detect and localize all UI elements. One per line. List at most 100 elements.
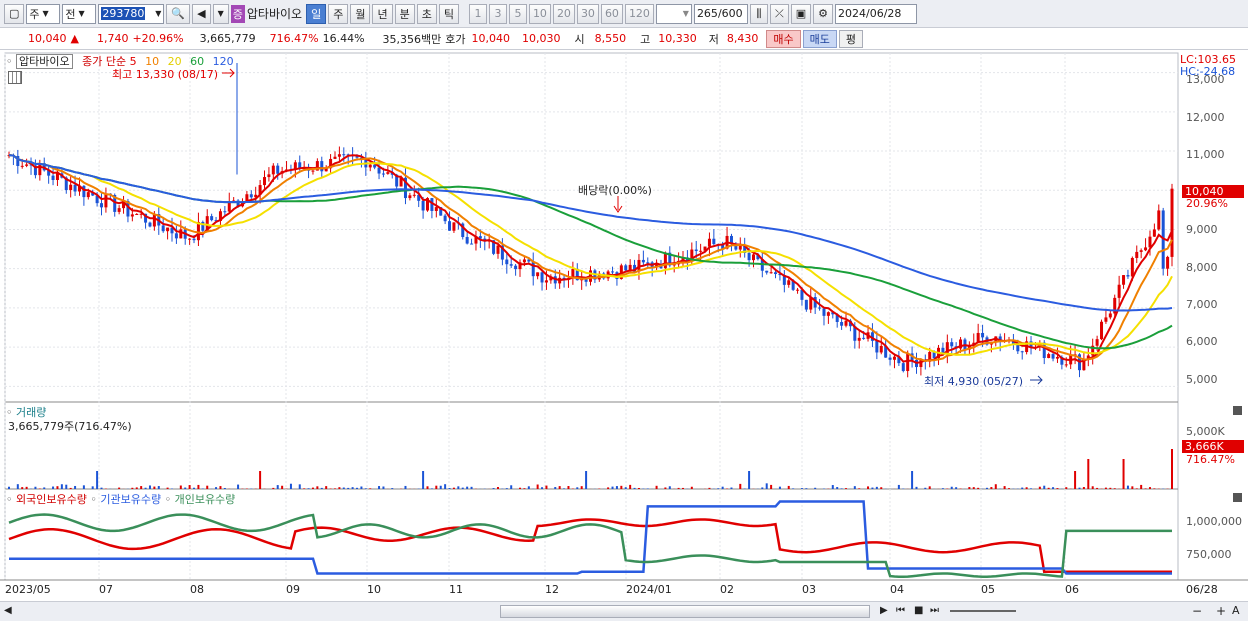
period-year-button[interactable]: 년 [372,3,393,24]
volume-bar [369,488,372,489]
panel-close-icon[interactable] [1233,493,1242,502]
candle-body [174,233,178,239]
chevron-down-icon: ▼ [682,9,689,18]
interval-20-button[interactable]: 20 [552,3,575,24]
interval-10-button[interactable]: 10 [528,3,551,24]
chart-area[interactable]: ◦ 압타바이오 종가 단순 5 10 20 60 120 최고 13,330 (… [0,50,1248,602]
candle-body [311,170,315,172]
scroll-left-icon[interactable]: ◀ [4,605,12,616]
period-tick-button[interactable]: 틱 [438,3,459,24]
volume-bar [492,488,495,489]
volume-bar [461,487,464,489]
scroll-thumb[interactable] [500,605,870,618]
volume-bar [223,487,226,489]
play-icon[interactable]: ⏭ [930,605,939,616]
volume-bar [607,487,610,489]
period-minute-button[interactable]: 분 [394,3,415,24]
interval-1-button[interactable]: 1 [468,3,487,24]
eval-button[interactable]: 평 [838,29,864,48]
layout-icon[interactable]: ▢ [4,3,25,24]
save-icon[interactable]: ▣ [790,3,812,24]
interval-60-button[interactable]: 60 [600,3,623,24]
panel-close-icon[interactable] [1233,406,1242,415]
up-arrow-icon: ▲ [70,32,79,45]
stock-code-input[interactable]: 293780 ▼ [98,3,165,24]
volume-bar [43,487,46,489]
volume-bar [329,488,332,489]
chevron-down-icon[interactable]: ▼ [212,3,229,24]
volume-bar [585,471,588,489]
period-day-button[interactable]: 일 [306,3,327,24]
volume-bar [1126,485,1129,489]
type-select[interactable]: 주 ▼ [26,3,61,24]
zoom-slider[interactable] [950,610,1016,612]
candle-body [1047,354,1051,359]
period-week-button[interactable]: 주 [328,3,349,24]
interval-5-button[interactable]: 5 [508,3,527,24]
rewind-icon[interactable]: ⏮ [896,605,905,616]
volume-bar [558,486,561,489]
candle-body [1100,321,1104,340]
volume-bar [391,488,394,489]
interval-custom-select[interactable]: ▼ [655,3,692,24]
volume-bar [457,486,460,489]
bid-label: 호가 [445,32,466,46]
inst-holdings-label: 기관보유수량 [100,493,162,506]
stop-icon[interactable]: ■ [914,605,923,616]
candle-body [386,172,390,174]
candle-body [1135,251,1139,258]
candle-type-icon[interactable]: ⫼ [749,3,768,24]
candle-body [892,356,896,360]
interval-3-button[interactable]: 3 [488,3,507,24]
candle-body [249,194,253,198]
candle-body [192,238,196,241]
period-month-button[interactable]: 월 [350,3,371,24]
candle-body [271,165,275,175]
inst-holdings-line [9,500,1172,575]
volume-bar [1082,487,1085,489]
candle-body [857,337,861,341]
speaker-icon[interactable]: ◀ [192,3,211,24]
scroll-right-icon[interactable]: ▶ [880,605,888,616]
x-tick: 02 [720,583,734,596]
volume-bar [928,486,931,489]
legend-dot: ◦ [6,55,13,68]
candle-body [148,222,152,227]
x-tick: 2024/01 [626,583,672,596]
interval-30-button[interactable]: 30 [576,3,599,24]
bid-price-2: 10,030 [522,32,561,45]
chart-scrollbar[interactable]: ◀ ▶ ⏮ ■ ⏭ − + A [0,601,1248,621]
drawing-tool-icon[interactable]: ⤫ [769,3,789,24]
gear-icon[interactable]: ⚙ [813,3,834,24]
volume-bar [677,487,680,489]
count-input[interactable]: 265/600 [693,3,748,24]
zoom-in-icon[interactable]: + [1216,604,1226,618]
candle-body [179,229,183,239]
period-second-button[interactable]: 초 [416,3,437,24]
date-input[interactable]: 2024/06/28 [835,3,918,24]
search-icon[interactable]: 🔍 [166,3,191,24]
y-tick: 5,000 [1186,373,1218,386]
volume-bar [197,484,200,489]
volume-bar [880,487,883,489]
all-select[interactable]: 전 ▼ [62,3,97,24]
volume-bar [316,486,319,489]
volume-bar [814,487,817,489]
zoom-out-icon[interactable]: − [1192,604,1202,618]
sell-button[interactable]: 매도 [802,29,837,48]
grid-toggle-icon[interactable] [8,71,22,84]
volume-pct: 716.47% [269,32,319,45]
auto-scale-icon[interactable]: A [1232,604,1240,617]
candle-body [320,161,324,172]
volume-bar [82,485,85,489]
candle-body [584,279,588,282]
volume-bar [840,488,843,489]
candle-body [263,177,267,186]
volume-bar [364,488,367,489]
candle-body [1104,317,1108,322]
interval-120-button[interactable]: 120 [624,3,654,24]
volume-bar [624,487,627,489]
buy-button[interactable]: 매수 [766,29,801,48]
volume-bar [289,483,292,489]
candle-body [135,213,139,215]
